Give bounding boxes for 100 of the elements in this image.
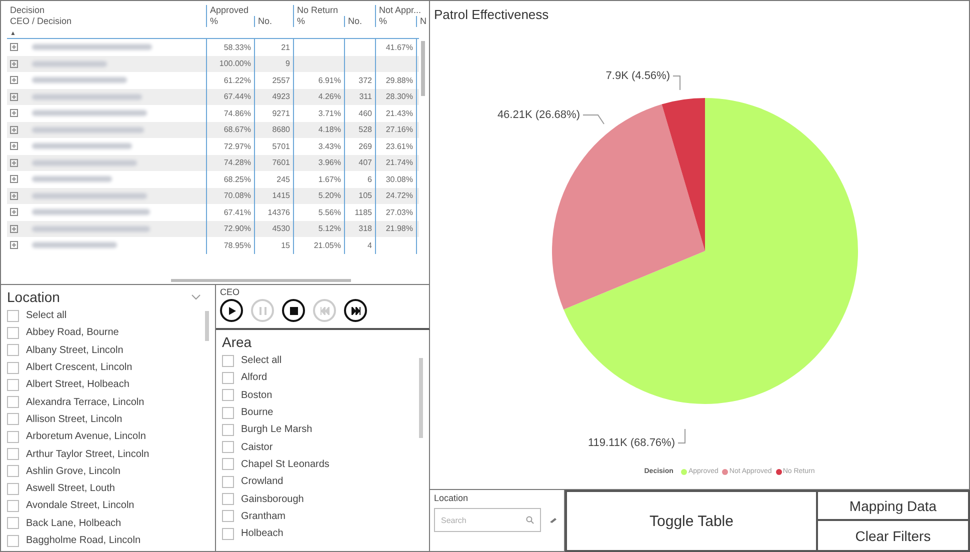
- checkbox[interactable]: [7, 517, 19, 530]
- slicer-item[interactable]: Allison Street, Lincoln: [26, 414, 122, 425]
- slicer-item[interactable]: Albany Street, Lincoln: [26, 344, 124, 356]
- slicer-item[interactable]: Select all: [241, 355, 282, 366]
- checkbox[interactable]: [222, 354, 234, 367]
- checkbox[interactable]: [222, 458, 234, 470]
- expand-icon[interactable]: [10, 126, 18, 134]
- slicer-item[interactable]: Grantham: [241, 510, 286, 522]
- slicer-item[interactable]: Alexandra Terrace, Lincoln: [26, 396, 144, 408]
- slicer-item[interactable]: Chapel St Leonards: [241, 458, 330, 470]
- checkbox[interactable]: [7, 448, 19, 460]
- checkbox[interactable]: [7, 326, 19, 339]
- column-header[interactable]: Decision: [10, 5, 45, 16]
- leader-line: [678, 428, 686, 444]
- scrollbar[interactable]: [421, 41, 425, 96]
- slicer-item[interactable]: Arboretum Avenue, Lincoln: [26, 431, 146, 442]
- slicer-item[interactable]: Back Lane, Holbeach: [26, 518, 122, 529]
- search-field[interactable]: Search: [434, 508, 541, 532]
- slicer-item[interactable]: Gainsborough: [241, 494, 304, 505]
- column-header[interactable]: CEO / Decision: [10, 16, 72, 27]
- data-label: 119.11K (68.76%): [588, 437, 675, 449]
- clear-filters-button[interactable]: Clear Filters: [818, 521, 970, 552]
- next-button[interactable]: [344, 299, 367, 322]
- scrollbar[interactable]: [419, 358, 423, 438]
- expand-icon[interactable]: [10, 76, 18, 84]
- chevron-down-icon[interactable]: [191, 294, 201, 300]
- expand-icon[interactable]: [10, 241, 18, 250]
- column-header[interactable]: N: [420, 16, 426, 27]
- checkbox[interactable]: [222, 441, 234, 454]
- column-header[interactable]: Not Appr...: [379, 5, 422, 16]
- expand-icon[interactable]: [10, 60, 18, 68]
- slicer-item[interactable]: Holbeach: [241, 528, 284, 540]
- checkbox[interactable]: [7, 465, 19, 478]
- scrollbar[interactable]: [171, 279, 351, 282]
- checkbox[interactable]: [222, 493, 234, 506]
- expand-icon[interactable]: [10, 142, 18, 150]
- checkbox[interactable]: [222, 406, 234, 419]
- column-header[interactable]: %: [379, 16, 388, 27]
- slicer-item[interactable]: Avondale Street, Lincoln: [26, 500, 134, 512]
- eraser-icon[interactable]: [549, 517, 557, 523]
- table-cell: 6: [368, 174, 372, 184]
- checkbox[interactable]: [7, 430, 19, 443]
- checkbox[interactable]: [7, 362, 19, 374]
- table-cell: 4.18%: [318, 125, 341, 134]
- slicer-item[interactable]: Albert Street, Holbeach: [26, 379, 130, 390]
- play-button[interactable]: [220, 299, 243, 322]
- checkbox[interactable]: [222, 476, 234, 488]
- checkbox[interactable]: [7, 310, 19, 322]
- table-cell: 311: [359, 92, 372, 102]
- column-header[interactable]: %: [210, 16, 218, 27]
- search-icon[interactable]: [526, 516, 534, 524]
- slicer-item[interactable]: Ashlin Grove, Lincoln: [26, 466, 120, 477]
- checkbox[interactable]: [7, 500, 19, 512]
- checkbox[interactable]: [7, 344, 19, 356]
- slicer-item[interactable]: Crowland: [241, 476, 284, 488]
- checkbox[interactable]: [7, 413, 19, 426]
- checkbox[interactable]: [222, 528, 234, 540]
- table-cell: 460: [358, 108, 372, 118]
- column-header[interactable]: No Return: [297, 5, 338, 16]
- expand-icon[interactable]: [10, 208, 18, 216]
- expand-icon[interactable]: [10, 109, 18, 118]
- slicer-item[interactable]: Select all: [26, 310, 67, 322]
- column-header[interactable]: Approved: [210, 5, 249, 16]
- column-header[interactable]: No.: [258, 16, 272, 27]
- expand-icon[interactable]: [10, 192, 18, 200]
- stop-button[interactable]: [282, 299, 305, 322]
- data-label: 46.21K (26.68%): [497, 109, 580, 121]
- checkbox[interactable]: [222, 372, 234, 384]
- checkbox[interactable]: [7, 534, 19, 546]
- table-cell: 21: [281, 42, 290, 52]
- checkbox[interactable]: [222, 424, 234, 436]
- stop-icon: [288, 306, 298, 316]
- checkbox[interactable]: [7, 482, 19, 495]
- expand-icon[interactable]: [10, 158, 18, 167]
- checkbox[interactable]: [222, 389, 234, 402]
- slicer-item[interactable]: Baggholme Road, Lincoln: [26, 535, 141, 546]
- slicer-title: Location: [434, 493, 470, 503]
- expand-icon[interactable]: [10, 43, 18, 52]
- toggle-table-button[interactable]: Toggle Table: [565, 490, 818, 552]
- checkbox[interactable]: [7, 378, 19, 391]
- table-cell: 24.72%: [386, 191, 413, 200]
- column-header[interactable]: No.: [348, 16, 362, 27]
- pie-slice[interactable]: [662, 98, 705, 251]
- column-header[interactable]: %: [297, 16, 306, 27]
- slicer-item[interactable]: Alford: [241, 372, 268, 384]
- slicer-item[interactable]: Burgh Le Marsh: [241, 424, 312, 436]
- expand-icon[interactable]: [10, 92, 18, 101]
- slicer-item[interactable]: Arthur Taylor Street, Lincoln: [26, 448, 150, 460]
- slicer-item[interactable]: Abbey Road, Bourne: [26, 327, 119, 338]
- slicer-item[interactable]: Bourne: [241, 407, 274, 418]
- slicer-item[interactable]: Aswell Street, Louth: [26, 483, 115, 494]
- checkbox[interactable]: [222, 510, 234, 522]
- mapping-data-button[interactable]: Mapping Data: [818, 490, 970, 521]
- expand-icon[interactable]: [10, 175, 18, 184]
- slicer-item[interactable]: Boston: [241, 390, 272, 401]
- checkbox[interactable]: [7, 396, 19, 408]
- scrollbar[interactable]: [205, 311, 209, 341]
- slicer-item[interactable]: Caistor: [241, 442, 273, 453]
- slicer-item[interactable]: Albert Crescent, Lincoln: [26, 362, 132, 374]
- expand-icon[interactable]: [10, 224, 18, 233]
